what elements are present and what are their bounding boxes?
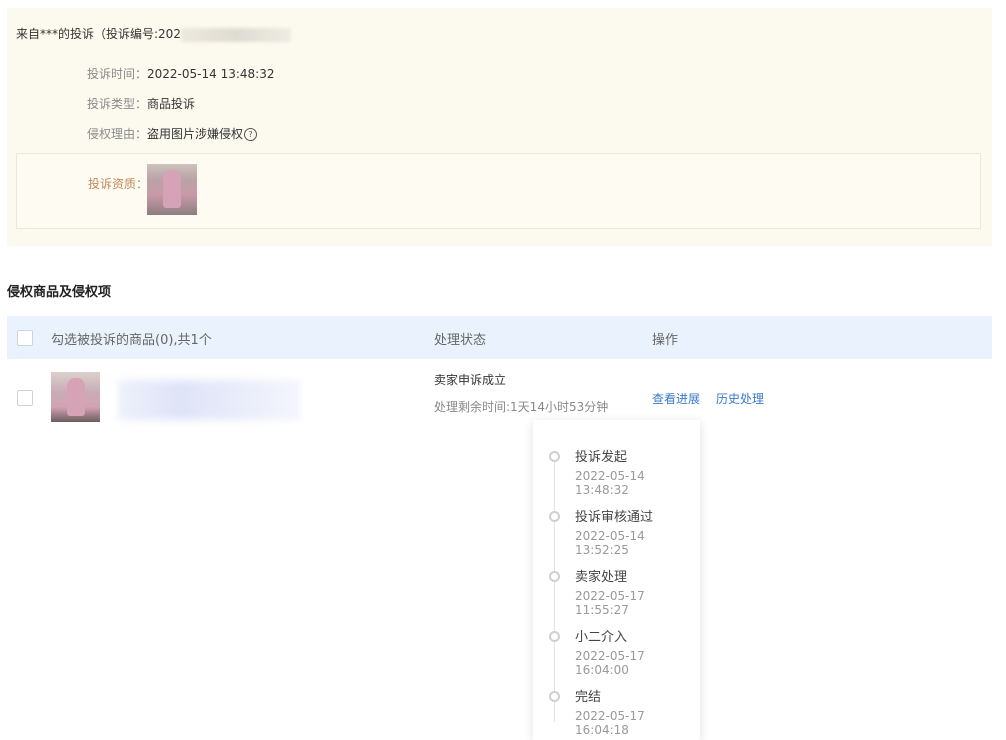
timeline-dot-icon <box>549 631 560 642</box>
timeline-item: 卖家处理 2022-05-17 11:55:27 <box>533 564 700 617</box>
complaint-time-row: 投诉时间：2022-05-14 13:48:32 <box>87 65 274 82</box>
qualification-thumbnail[interactable] <box>147 164 197 215</box>
timeline-dot-icon <box>549 691 560 702</box>
header-status: 处理状态 <box>434 333 487 348</box>
timeline-item-title: 投诉审核通过 <box>575 510 654 525</box>
timeline-item-title: 投诉发起 <box>575 450 628 465</box>
header-action: 操作 <box>652 333 679 348</box>
timeline-item-time: 2022-05-17 11:55:27 <box>575 589 645 617</box>
timeline-item-time: 2022-05-17 16:04:18 <box>575 709 645 737</box>
qualification-label: 投诉资质： <box>88 177 149 191</box>
infringement-reason-row: 侵权理由：盗用图片涉嫌侵权? <box>87 125 258 142</box>
complaint-type-label: 投诉类型： <box>87 97 148 111</box>
select-all-checkbox[interactable] <box>17 330 33 346</box>
header-select-label: 勾选被投诉的商品(0),共1个 <box>51 333 212 348</box>
masked-complaint-id <box>180 27 291 42</box>
complaint-title: 来自***的投诉（投诉编号:202 <box>16 25 291 42</box>
row-status: 卖家申诉成立 <box>434 373 507 387</box>
infringement-reason-label: 侵权理由： <box>87 127 148 141</box>
complaint-time-label: 投诉时间： <box>87 67 148 81</box>
complaint-title-text: 来自***的投诉（投诉编号:202 <box>16 27 181 41</box>
view-progress-link[interactable]: 查看进展 <box>652 390 700 407</box>
row-checkbox[interactable] <box>17 390 33 406</box>
infringement-reason-value: 盗用图片涉嫌侵权 <box>147 127 244 141</box>
complaint-type-row: 投诉类型：商品投诉 <box>87 95 195 112</box>
complaint-type-value: 商品投诉 <box>147 97 196 111</box>
help-circle-icon[interactable]: ? <box>244 128 258 141</box>
timeline-item-time: 2022-05-14 13:52:25 <box>575 529 645 557</box>
table-header: 勾选被投诉的商品(0),共1个 处理状态 操作 <box>7 316 992 359</box>
timeline-item-time: 2022-05-17 16:04:00 <box>575 649 645 677</box>
complaint-panel: 来自***的投诉（投诉编号:202 投诉时间：2022-05-14 13:48:… <box>7 8 992 246</box>
timeline-dot-icon <box>549 571 560 582</box>
timeline-item-time: 2022-05-14 13:48:32 <box>575 469 645 497</box>
timeline-item: 完结 2022-05-17 16:04:18 <box>533 684 700 737</box>
timeline-item-title: 小二介入 <box>575 630 628 645</box>
timeline-dot-icon <box>549 511 560 522</box>
section-title: 侵权商品及侵权项 <box>7 285 112 300</box>
row-remaining-time: 处理剩余时间:1天14小时53分钟 <box>434 400 609 414</box>
timeline-item: 投诉发起 2022-05-14 13:48:32 <box>533 444 700 497</box>
timeline-item: 投诉审核通过 2022-05-14 13:52:25 <box>533 504 700 557</box>
dress-figure <box>66 378 85 416</box>
qualification-box: 投诉资质： <box>16 153 981 229</box>
timeline-item: 小二介入 2022-05-17 16:04:00 <box>533 624 700 677</box>
blurred-product-name <box>118 380 300 420</box>
complaint-time-value: 2022-05-14 13:48:32 <box>147 67 275 81</box>
dress-figure <box>163 170 181 208</box>
progress-timeline-popover: 投诉发起 2022-05-14 13:48:32 投诉审核通过 2022-05-… <box>533 420 700 740</box>
history-link[interactable]: 历史处理 <box>716 390 764 407</box>
timeline-item-title: 完结 <box>575 690 602 705</box>
timeline-item-title: 卖家处理 <box>575 570 628 585</box>
timeline-dot-icon <box>549 451 560 462</box>
product-thumbnail[interactable] <box>51 372 100 422</box>
